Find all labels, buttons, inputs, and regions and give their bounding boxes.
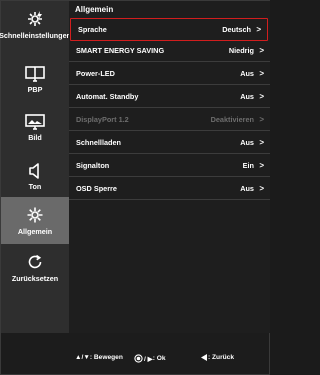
gear-icon	[27, 207, 43, 222]
setting-value: Aus	[240, 183, 254, 193]
hint-ok-label: : Ok	[152, 355, 166, 362]
setting-row-displayport: DisplayPort 1.2 Deaktivieren >	[69, 108, 270, 131]
setting-row-osd-lock[interactable]: OSD Sperre Aus >	[69, 177, 270, 200]
sidebar: Schnelleinstellungen PBP Bild Ton Allgem…	[0, 1, 71, 333]
ok-keys: / ▶	[144, 355, 153, 363]
sidebar-item-label: Schnelleinstellungen	[0, 30, 71, 40]
setting-row-power-led[interactable]: Power-LED Aus >	[69, 62, 270, 85]
chevron-right-icon: >	[259, 45, 264, 55]
chevron-right-icon: >	[259, 91, 264, 101]
section-title: Allgemein	[75, 5, 114, 14]
quick-settings-icon	[28, 10, 42, 26]
setting-row-quick-charge[interactable]: Schnellladen Aus >	[69, 131, 270, 154]
hint-move: ▲/▼ : Bewegen	[75, 354, 123, 361]
setting-label: Power-LED	[76, 68, 115, 78]
setting-row-auto-standby[interactable]: Automat. Standby Aus >	[69, 85, 270, 108]
chevron-right-icon: >	[259, 68, 264, 78]
sidebar-item-label: Allgemein	[17, 226, 53, 236]
setting-value: Aus	[240, 137, 254, 147]
sidebar-item-picture[interactable]: Bild	[1, 104, 69, 151]
footer-hints: ▲/▼ : Bewegen / ▶ : Ok : Zurück	[1, 333, 269, 374]
setting-label: OSD Sperre	[76, 183, 117, 193]
setting-row-smart-energy-saving[interactable]: SMART ENERGY SAVING Niedrig >	[69, 39, 270, 62]
hint-move-label: : Bewegen	[89, 354, 123, 361]
chevron-right-icon: >	[256, 25, 261, 34]
chevron-right-icon: >	[259, 183, 264, 193]
sidebar-item-pbp[interactable]: PBP	[1, 56, 69, 103]
sidebar-item-quick-settings[interactable]: Schnelleinstellungen	[0, 1, 71, 48]
setting-value: Aus	[240, 68, 254, 78]
sidebar-item-label: Ton	[28, 181, 42, 191]
setting-label: SMART ENERGY SAVING	[76, 45, 165, 55]
left-arrow-icon	[201, 354, 207, 361]
sidebar-item-label: PBP	[27, 84, 43, 94]
sidebar-item-label: Bild	[28, 132, 42, 142]
setting-row-buzzer[interactable]: Signalton Ein >	[69, 154, 270, 177]
pbp-icon	[25, 65, 45, 82]
chevron-right-icon: >	[259, 114, 264, 124]
setting-label: Automat. Standby	[76, 91, 139, 101]
hint-ok: / ▶ : Ok	[134, 354, 166, 363]
hint-back-label: : Zurück	[208, 354, 235, 361]
joystick-button-icon	[134, 354, 143, 363]
picture-icon	[25, 113, 45, 130]
setting-label: Signalton	[76, 160, 110, 170]
chevron-right-icon: >	[259, 137, 264, 147]
setting-label: Sprache	[78, 25, 107, 34]
setting-value: Aus	[240, 91, 254, 101]
hint-back: : Zurück	[201, 354, 234, 361]
chevron-right-icon: >	[259, 160, 264, 170]
sidebar-item-general[interactable]: Allgemein	[1, 197, 69, 244]
sidebar-item-reset[interactable]: Zurücksetzen	[1, 244, 69, 291]
sidebar-item-sound[interactable]: Ton	[1, 153, 69, 200]
osd-menu: Schnelleinstellungen PBP Bild Ton Allgem…	[0, 0, 270, 375]
setting-value: Deaktivieren	[210, 114, 254, 124]
sidebar-item-label: Zurücksetzen	[11, 273, 59, 283]
up-down-arrows-icon: ▲/▼	[75, 354, 90, 361]
speaker-icon	[29, 162, 39, 179]
reset-icon	[28, 254, 42, 268]
settings-panel: Allgemein Sprache Deutsch > SMART ENERGY…	[69, 1, 270, 333]
setting-value: Ein	[242, 160, 254, 170]
setting-label: Schnellladen	[76, 137, 122, 147]
setting-label: DisplayPort 1.2	[76, 114, 129, 124]
setting-value: Niedrig	[228, 45, 254, 55]
setting-row-language[interactable]: Sprache Deutsch >	[70, 18, 268, 41]
setting-value: Deutsch	[222, 25, 251, 34]
